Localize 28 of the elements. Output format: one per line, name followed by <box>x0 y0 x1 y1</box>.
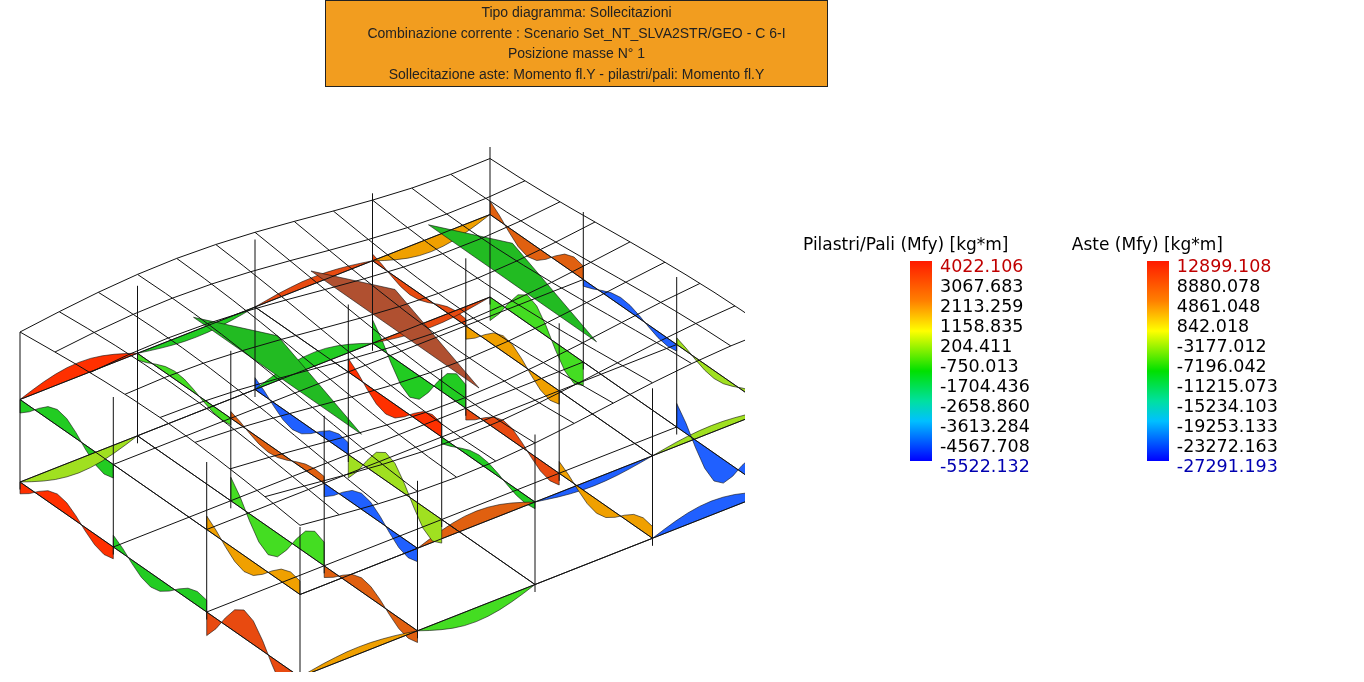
scale-value: -750.013 <box>940 356 1020 376</box>
legend-title: Aste (Mfy) [kg*m] <box>1071 234 1224 254</box>
scale-value: -4567.708 <box>940 436 1030 456</box>
scale-value: 2113.259 <box>940 296 1025 316</box>
scale-value: -2658.860 <box>940 396 1030 416</box>
scale-value: 3067.683 <box>940 276 1025 296</box>
scale-value: -19253.133 <box>1176 416 1278 436</box>
info-line: Tipo diagramma: Sollecitazioni <box>480 3 673 22</box>
scale-value: -27291.193 <box>1176 456 1278 476</box>
scale-value: -3177.012 <box>1176 336 1268 356</box>
scale-value: 4861.048 <box>1176 296 1262 316</box>
scale-value: 1158.835 <box>940 316 1025 336</box>
scale-value: 204.411 <box>940 336 1014 356</box>
scale-value: -1704.436 <box>940 376 1030 396</box>
scale-value: 4022.106 <box>940 256 1025 276</box>
scale-value: -5522.132 <box>940 456 1030 476</box>
scale-value: -11215.073 <box>1176 376 1278 396</box>
legend-title: Pilastri/Pali (Mfy) [kg*m] <box>803 234 1010 254</box>
scale-value: -15234.103 <box>1176 396 1278 416</box>
scale-value: -23272.163 <box>1176 436 1278 456</box>
info-line: Combinazione corrente : Scenario Set_NT_SLVA2STR/GEO - C 6-I <box>366 23 787 43</box>
scale-value: 12899.108 <box>1176 256 1273 276</box>
scale-value: 842.018 <box>1176 316 1251 336</box>
scale-value: 8880.078 <box>1176 276 1262 296</box>
scale-value: -3613.284 <box>940 416 1030 436</box>
info-line: Sollecitazione aste: Momento fl.Y - pilastri/pali: Momento fl.Y <box>387 64 766 84</box>
scale-value: -7196.042 <box>1176 356 1268 376</box>
info-line: Posizione masse N° 1 <box>506 44 647 63</box>
